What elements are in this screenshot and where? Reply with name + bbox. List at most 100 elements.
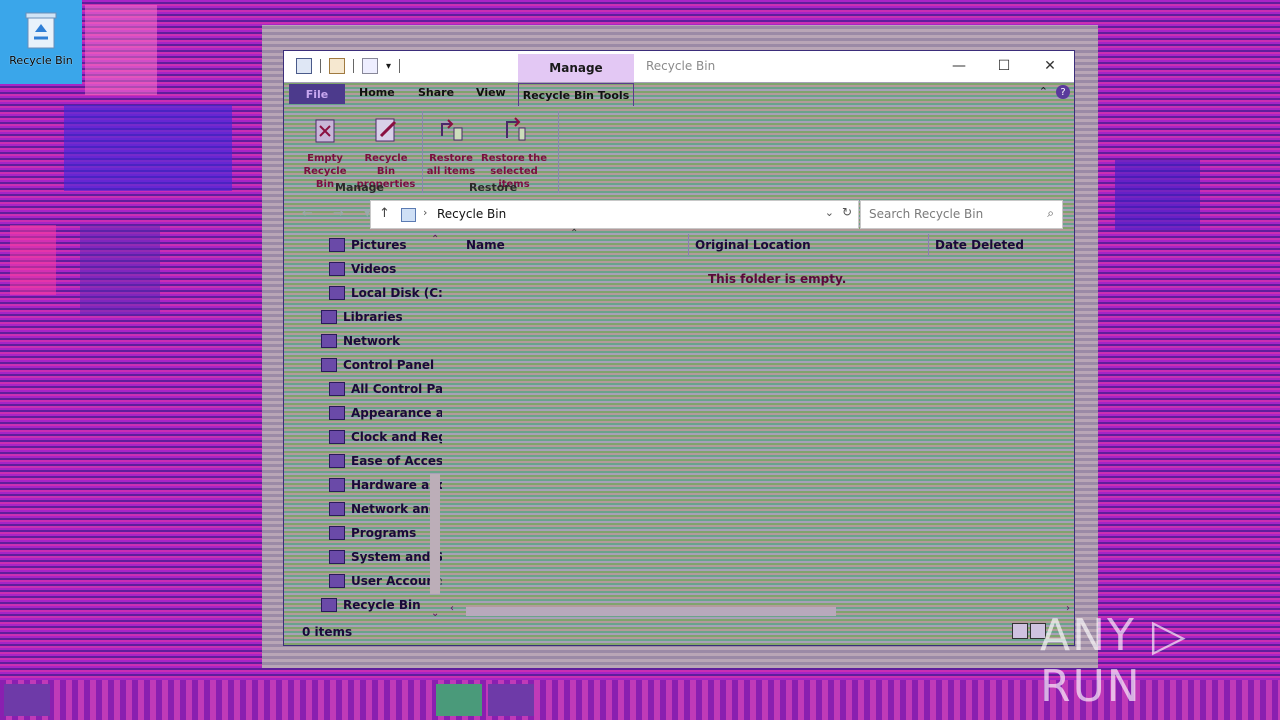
desktop-glitch bbox=[85, 5, 157, 95]
nav-item-recycle-bin[interactable]: Recycle Bin bbox=[321, 594, 421, 616]
nav-item-network-internet[interactable]: Network and Ir bbox=[329, 498, 442, 520]
tab-share[interactable]: Share bbox=[418, 86, 454, 99]
divider bbox=[399, 59, 401, 73]
tab-recycle-bin-tools[interactable]: Recycle Bin Tools bbox=[518, 83, 634, 106]
nav-scrollbar[interactable]: ⌃ ⌄ bbox=[428, 234, 442, 619]
column-header-date-deleted[interactable]: Date Deleted bbox=[935, 238, 1024, 252]
tab-file[interactable]: File bbox=[289, 84, 345, 104]
nav-item-label: Recycle Bin bbox=[343, 598, 421, 612]
nav-item-label: Videos bbox=[351, 262, 397, 276]
navigation-pane: Pictures Videos Local Disk (C:) Librarie… bbox=[284, 234, 442, 619]
desktop-glitch bbox=[10, 225, 56, 295]
nav-item-local-disk[interactable]: Local Disk (C:) bbox=[329, 282, 442, 304]
desktop-glitch bbox=[1115, 160, 1200, 230]
nav-item-label: Programs bbox=[351, 526, 417, 540]
properties-icon[interactable] bbox=[329, 58, 345, 74]
recycle-bin-small-icon bbox=[401, 208, 416, 222]
nav-item-hardware[interactable]: Hardware and bbox=[329, 474, 442, 496]
contextual-manage-tab[interactable]: Manage bbox=[518, 54, 634, 82]
recycle-bin-properties-button[interactable]: Recycle Bin properties bbox=[355, 114, 417, 191]
nav-item-control-panel[interactable]: Control Panel bbox=[321, 354, 434, 376]
taskbar-explorer-button[interactable] bbox=[436, 684, 482, 716]
horizontal-scrollbar[interactable]: ‹ › bbox=[446, 603, 1074, 619]
nav-item-system-security[interactable]: System and Se bbox=[329, 546, 442, 568]
close-button[interactable]: ✕ bbox=[1027, 53, 1073, 79]
scroll-left-icon[interactable]: ‹ bbox=[450, 603, 454, 614]
refresh-icon[interactable]: ↻ bbox=[842, 205, 852, 219]
title-bar[interactable]: ▾ Manage Recycle Bin — ☐ ✕ bbox=[284, 51, 1074, 82]
restore-selected-label-1: Restore the bbox=[481, 153, 547, 164]
window-title: Recycle Bin bbox=[646, 59, 716, 73]
nav-item-pictures[interactable]: Pictures bbox=[329, 234, 407, 256]
nav-item-videos[interactable]: Videos bbox=[329, 258, 396, 280]
nav-item-all-control-panel[interactable]: All Control Par bbox=[329, 378, 442, 400]
empty-recycle-bin-button[interactable]: Empty Recycle Bin bbox=[294, 114, 356, 191]
group-label-restore: Restore bbox=[469, 181, 518, 194]
up-arrow-icon[interactable]: ↑ bbox=[379, 206, 390, 221]
network-icon bbox=[321, 334, 337, 348]
column-header-name[interactable]: Name bbox=[466, 238, 505, 252]
group-label-manage: Manage bbox=[335, 181, 384, 194]
tab-view[interactable]: View bbox=[476, 86, 506, 99]
back-forward-icons[interactable]: ← → ▾ bbox=[302, 206, 379, 221]
pc-icon[interactable] bbox=[296, 58, 312, 74]
minimize-button[interactable]: — bbox=[936, 53, 982, 79]
ribbon-body: Empty Recycle Bin Recycle Bin properties… bbox=[284, 106, 1074, 196]
scroll-thumb[interactable] bbox=[430, 474, 440, 594]
users-icon bbox=[329, 574, 345, 588]
search-placeholder[interactable]: Search Recycle Bin bbox=[869, 207, 983, 221]
network-internet-icon bbox=[329, 502, 345, 516]
desktop-recycle-bin[interactable]: Recycle Bin bbox=[0, 0, 82, 84]
tab-home[interactable]: Home bbox=[359, 86, 395, 99]
props-label-1: Recycle Bin bbox=[364, 153, 408, 177]
nav-item-programs[interactable]: Programs bbox=[329, 522, 416, 544]
empty-label-1: Empty bbox=[307, 153, 343, 164]
maximize-button[interactable]: ☐ bbox=[981, 53, 1027, 79]
explorer-window: ▾ Manage Recycle Bin — ☐ ✕ File Home Sha… bbox=[283, 50, 1075, 646]
nav-item-network[interactable]: Network bbox=[321, 330, 400, 352]
sort-ascending-icon: ⌃ bbox=[570, 228, 579, 239]
chevron-down-icon[interactable]: ⌄ bbox=[825, 206, 834, 219]
nav-item-ease-of-access[interactable]: Ease of Access bbox=[329, 450, 442, 472]
nav-item-label: Control Panel bbox=[343, 358, 435, 372]
scroll-thumb[interactable] bbox=[466, 607, 836, 616]
restore-all-button[interactable]: Restore all items bbox=[420, 114, 482, 178]
scroll-up-icon[interactable]: ⌃ bbox=[431, 234, 439, 245]
new-folder-icon[interactable] bbox=[362, 58, 378, 74]
column-divider[interactable] bbox=[928, 234, 929, 256]
nav-item-libraries[interactable]: Libraries bbox=[321, 306, 403, 328]
search-box[interactable]: Search Recycle Bin ⌕ bbox=[860, 200, 1063, 229]
help-icon[interactable]: ? bbox=[1056, 85, 1070, 99]
chevron-right-icon[interactable]: › bbox=[423, 206, 427, 219]
recycle-bin-icon bbox=[321, 598, 337, 612]
address-bar[interactable]: ↑ › Recycle Bin ⌄ ↻ bbox=[370, 200, 859, 229]
empty-folder-message: This folder is empty. bbox=[708, 272, 847, 286]
collapse-ribbon-icon[interactable]: ⌃ bbox=[1039, 85, 1048, 98]
navigation-bar: ← → ▾ ↑ › Recycle Bin ⌄ ↻ Search Recycle… bbox=[284, 196, 1074, 230]
column-header-original-location[interactable]: Original Location bbox=[695, 238, 811, 252]
nav-item-user-accounts[interactable]: User Accounts bbox=[329, 570, 442, 592]
quick-access-toolbar: ▾ bbox=[296, 58, 401, 74]
start-button[interactable] bbox=[4, 684, 50, 716]
desktop-recycle-bin-label: Recycle Bin bbox=[9, 54, 73, 67]
scroll-down-icon[interactable]: ⌄ bbox=[431, 608, 439, 619]
search-icon[interactable]: ⌕ bbox=[1047, 206, 1054, 221]
nav-item-appearance[interactable]: Appearance an bbox=[329, 402, 442, 424]
ribbon-tabs: File Home Share View Recycle Bin Tools ⌃… bbox=[284, 82, 1074, 106]
column-divider[interactable] bbox=[688, 234, 689, 256]
address-path[interactable]: Recycle Bin bbox=[437, 207, 506, 221]
customize-dropdown-icon[interactable]: ▾ bbox=[386, 61, 391, 72]
taskbar-app-button[interactable] bbox=[488, 684, 534, 716]
restore-selected-button[interactable]: Restore the selected items bbox=[479, 114, 549, 191]
shield-icon bbox=[329, 550, 345, 564]
control-panel-icon bbox=[321, 358, 337, 372]
restore-selected-icon bbox=[506, 117, 526, 141]
pictures-icon bbox=[329, 238, 345, 252]
restore-all-label-2: all items bbox=[426, 166, 476, 177]
clock-icon bbox=[329, 430, 345, 444]
ease-of-access-icon bbox=[329, 454, 345, 468]
restore-all-icon bbox=[441, 119, 463, 141]
details-view-icon[interactable] bbox=[1012, 623, 1028, 639]
nav-item-clock-region[interactable]: Clock and Regi bbox=[329, 426, 442, 448]
file-list: ⌃ Name Original Location Date Deleted Th… bbox=[446, 228, 1074, 619]
